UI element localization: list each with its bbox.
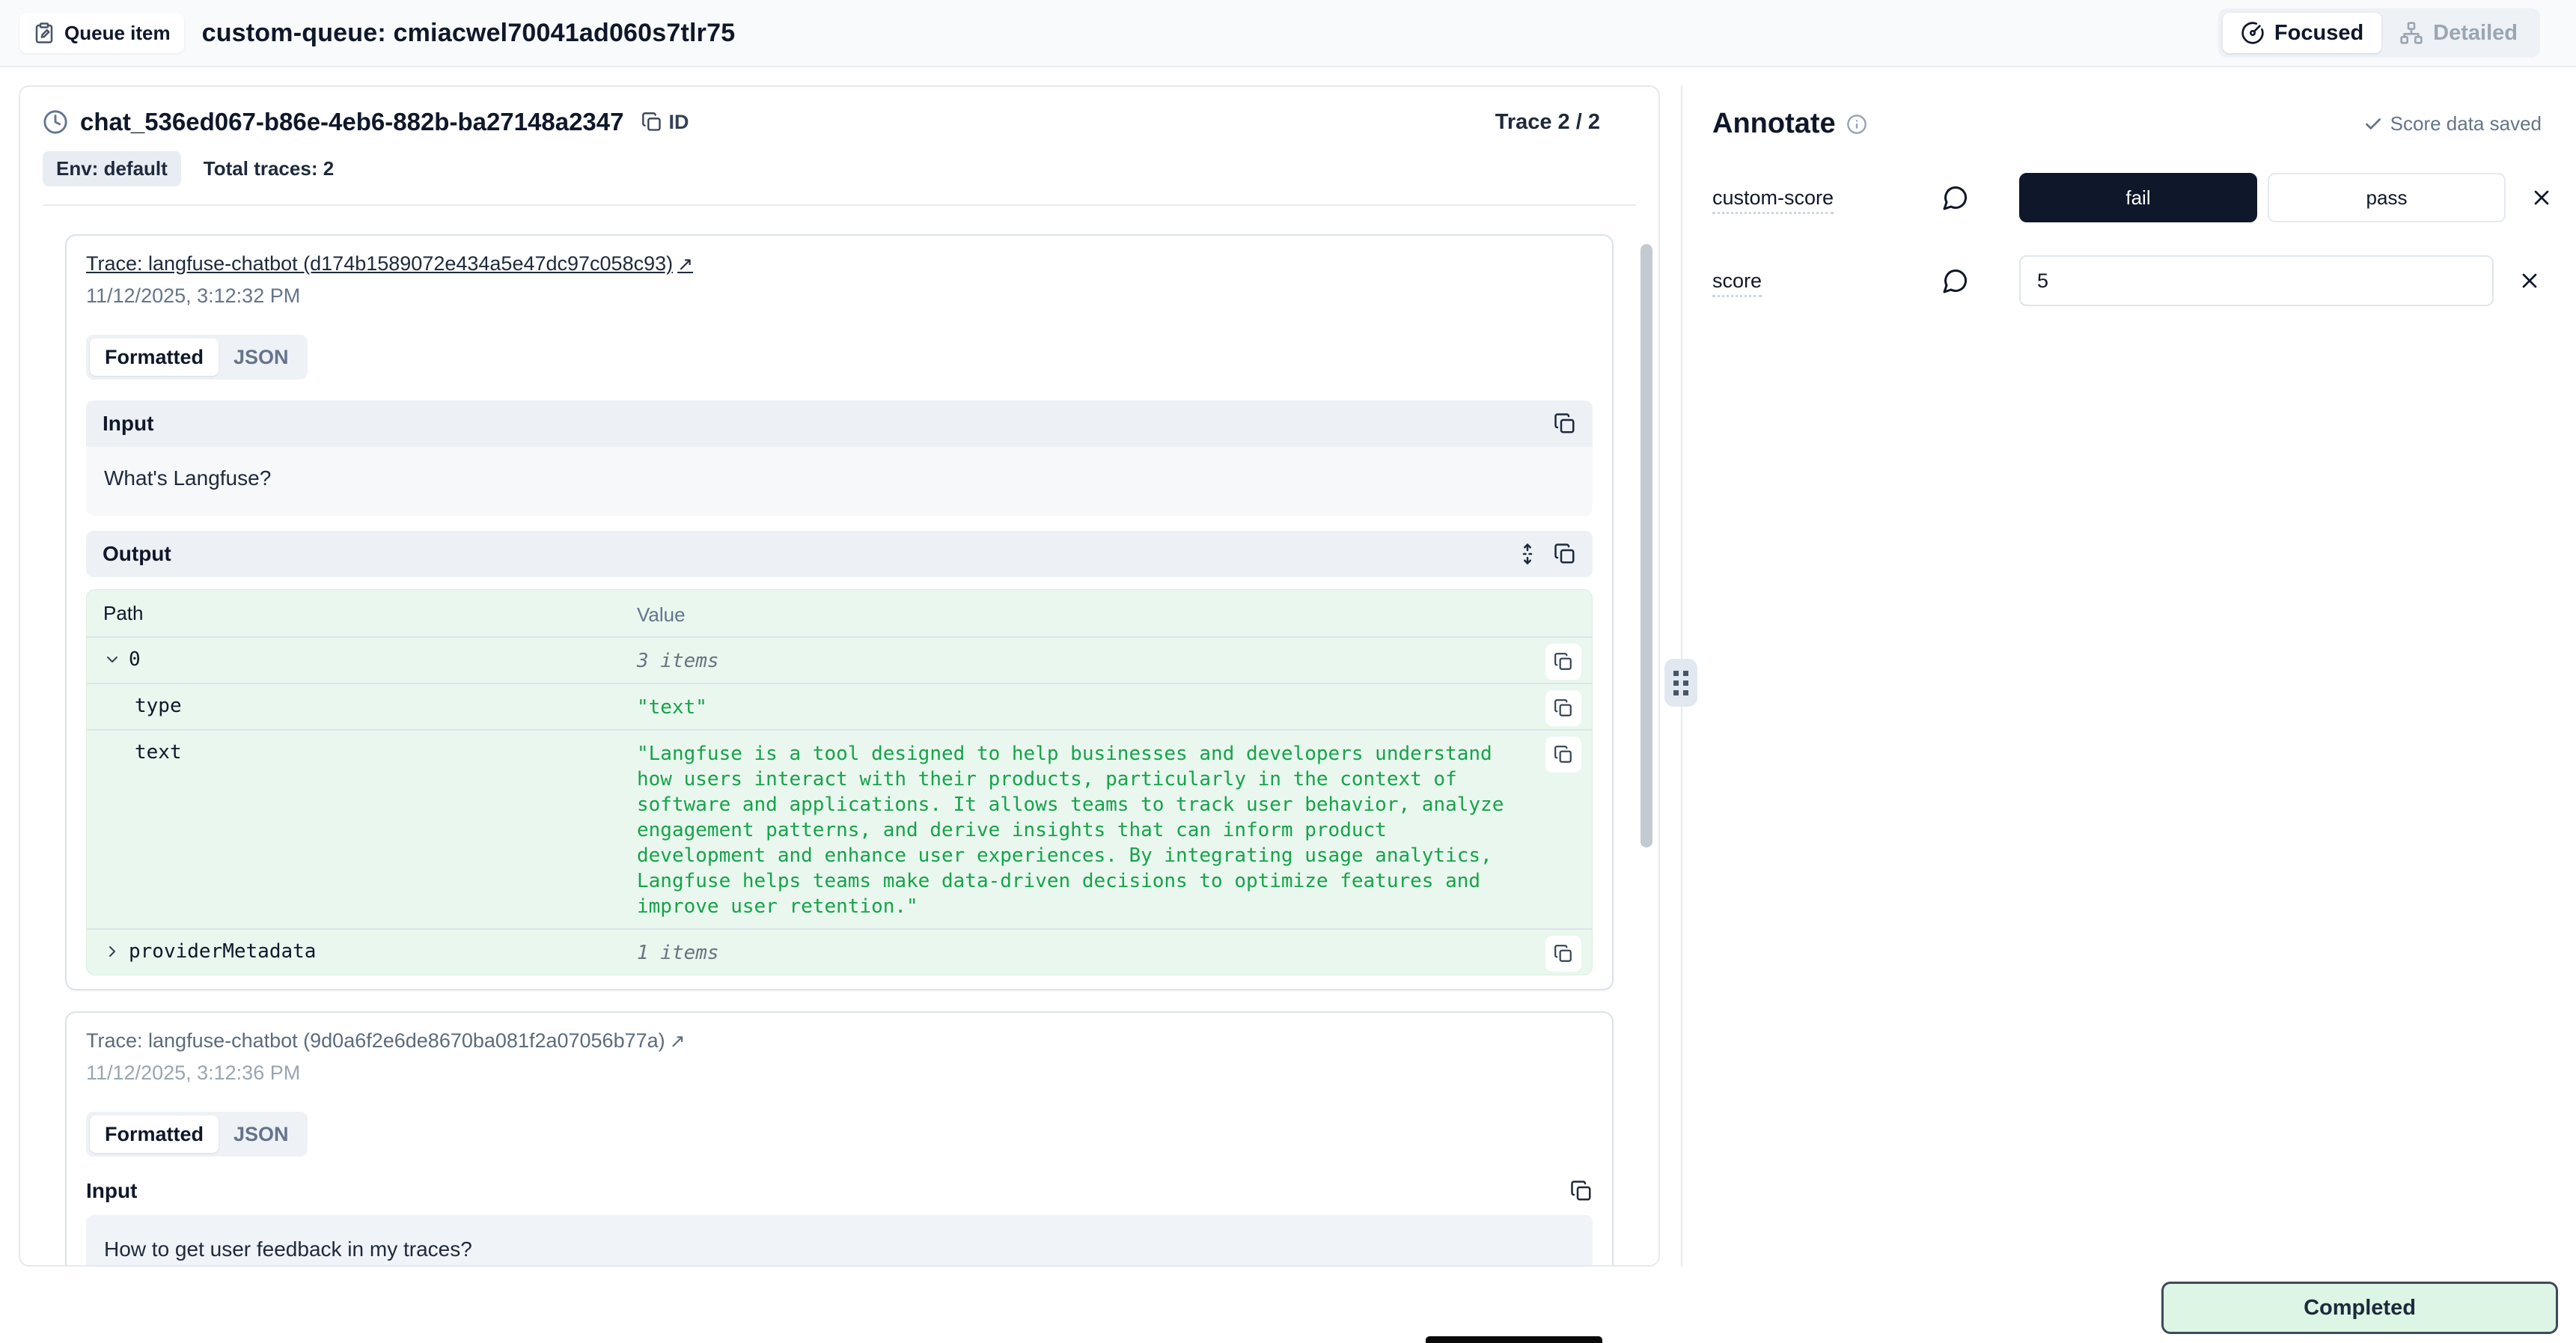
gauge-icon (2241, 21, 2265, 45)
score-option-group: fail pass (2019, 173, 2506, 222)
row-value: 3 items (637, 638, 1510, 683)
format-tabs: Formatted JSON (86, 335, 308, 380)
tab-json[interactable]: JSON (219, 1115, 304, 1153)
trace-timestamp: 11/12/2025, 3:12:32 PM (86, 284, 1593, 308)
table-header-row: Path Value (87, 590, 1592, 636)
copy-row-button[interactable] (1545, 737, 1581, 773)
copy-input-button[interactable] (1554, 412, 1576, 435)
copy-row-button[interactable] (1545, 690, 1581, 726)
input-value: What's Langfuse? (86, 447, 1593, 516)
copy-row-button[interactable] (1545, 936, 1581, 972)
total-traces-label: Total traces: 2 (204, 157, 334, 180)
format-tabs: Formatted JSON (86, 1112, 308, 1157)
tab-formatted[interactable]: Formatted (90, 338, 219, 376)
output-label: Output (103, 542, 171, 566)
trace-link[interactable]: Trace: langfuse-chatbot (9d0a6f2e6de8670… (86, 1029, 686, 1053)
queue-item-header: chat_536ed067-b86e-4eb6-882b-ba27148a234… (20, 87, 1658, 206)
row-value: "text" (637, 684, 1510, 729)
trace-card: Trace: langfuse-chatbot (d174b1589072e43… (65, 234, 1614, 990)
screen-edge-bar (1426, 1336, 1602, 1343)
unfold-vertical-icon[interactable] (1516, 543, 1539, 565)
vertical-scrollbar[interactable] (1640, 244, 1652, 847)
input-label: Input (103, 412, 153, 436)
completed-button[interactable]: Completed (2161, 1282, 2558, 1334)
table-row: type "text" (87, 683, 1592, 729)
external-link-icon: ↗ (677, 253, 693, 275)
score-option-pass[interactable]: pass (2268, 173, 2506, 222)
trace-timestamp: 11/12/2025, 3:12:36 PM (86, 1062, 1593, 1085)
clipboard-pen-icon (33, 22, 55, 44)
copy-output-button[interactable] (1554, 543, 1576, 565)
copy-input-button[interactable] (1570, 1180, 1593, 1202)
chevron-down-icon[interactable] (103, 651, 121, 669)
copy-row-button[interactable] (1545, 644, 1581, 680)
trace-counter: Trace 2 / 2 (1495, 110, 1600, 135)
row-value: "Langfuse is a tool designed to help bus… (637, 731, 1510, 928)
focused-view-label: Focused (2274, 21, 2363, 46)
column-value: Value (637, 590, 1510, 636)
close-icon[interactable] (2518, 269, 2542, 293)
save-status: Score data saved (2363, 112, 2542, 135)
check-icon (2363, 115, 2383, 134)
tab-json[interactable]: JSON (219, 338, 304, 376)
row-value: 1 items (637, 930, 1510, 975)
panel-resize-handle[interactable] (1664, 659, 1697, 707)
score-name-label: custom-score (1712, 186, 1938, 210)
clock-icon (43, 109, 68, 135)
queue-item-screen: Queue item custom-queue: cmiacwel70041ad… (0, 0, 2576, 1343)
score-input[interactable] (2019, 255, 2494, 306)
row-key: providerMetadata (129, 940, 316, 963)
top-bar: Queue item custom-queue: cmiacwel70041ad… (0, 0, 2576, 67)
input-value: How to get user feedback in my traces? (86, 1215, 1593, 1267)
info-icon[interactable] (1846, 114, 1867, 135)
output-section-header: Output (86, 531, 1593, 577)
queue-item-badge-label: Queue item (64, 22, 171, 45)
env-badge: Env: default (43, 151, 181, 186)
copy-id-button[interactable]: ID (641, 111, 689, 134)
row-key: text (135, 741, 182, 764)
table-row: providerMetadata 1 items (87, 928, 1592, 975)
queue-item-badge: Queue item (19, 13, 184, 53)
output-json-table: Path Value 0 3 items (86, 589, 1593, 975)
trace-link[interactable]: Trace: langfuse-chatbot (d174b1589072e43… (86, 252, 693, 275)
score-name-label: score (1712, 269, 1938, 293)
external-link-icon: ↗ (670, 1030, 686, 1052)
input-section: Input What's Langfuse? (86, 401, 1593, 516)
detailed-view-button[interactable]: Detailed (2381, 13, 2536, 53)
session-title: chat_536ed067-b86e-4eb6-882b-ba27148a234… (80, 108, 623, 136)
comment-icon[interactable] (1938, 184, 1973, 211)
trace-link-label: Trace: langfuse-chatbot (d174b1589072e43… (86, 252, 673, 275)
input-label: Input (86, 1179, 137, 1203)
view-mode-toggle: Focused Detailed (2218, 8, 2540, 58)
tab-formatted[interactable]: Formatted (90, 1115, 219, 1153)
annotate-panel: Annotate Score data saved custom-score (1712, 85, 2576, 306)
page-title: custom-queue: cmiacwel70041ad060s7tlr75 (202, 19, 736, 48)
focused-view-button[interactable]: Focused (2223, 13, 2381, 53)
trace-card: Trace: langfuse-chatbot (9d0a6f2e6de8670… (65, 1011, 1614, 1267)
score-row-score: score (1712, 255, 2576, 306)
column-path: Path (87, 590, 637, 634)
annotate-title: Annotate (1712, 108, 1836, 140)
row-key: 0 (129, 648, 141, 671)
score-option-fail[interactable]: fail (2019, 173, 2257, 222)
table-row: text "Langfuse is a tool designed to hel… (87, 729, 1592, 928)
save-status-label: Score data saved (2390, 112, 2542, 135)
row-key: type (135, 695, 182, 717)
grip-dots-icon (1673, 671, 1688, 695)
score-row-custom-score: custom-score fail pass (1712, 173, 2576, 222)
table-row: 0 3 items (87, 636, 1592, 683)
copy-icon (641, 112, 662, 133)
detailed-view-label: Detailed (2433, 21, 2518, 46)
id-label: ID (668, 111, 689, 134)
close-icon[interactable] (2530, 186, 2554, 210)
trace-preview-panel: chat_536ed067-b86e-4eb6-882b-ba27148a234… (19, 85, 1660, 1267)
trace-link-label: Trace: langfuse-chatbot (9d0a6f2e6de8670… (86, 1029, 665, 1053)
main-area: chat_536ed067-b86e-4eb6-882b-ba27148a234… (0, 69, 2576, 1343)
tree-icon (2399, 21, 2423, 45)
input-section-header: Input (86, 1179, 1593, 1203)
chevron-right-icon[interactable] (103, 942, 121, 960)
traces-scroll-area[interactable]: Trace: langfuse-chatbot (d174b1589072e43… (20, 206, 1658, 1267)
comment-icon[interactable] (1938, 267, 1973, 294)
